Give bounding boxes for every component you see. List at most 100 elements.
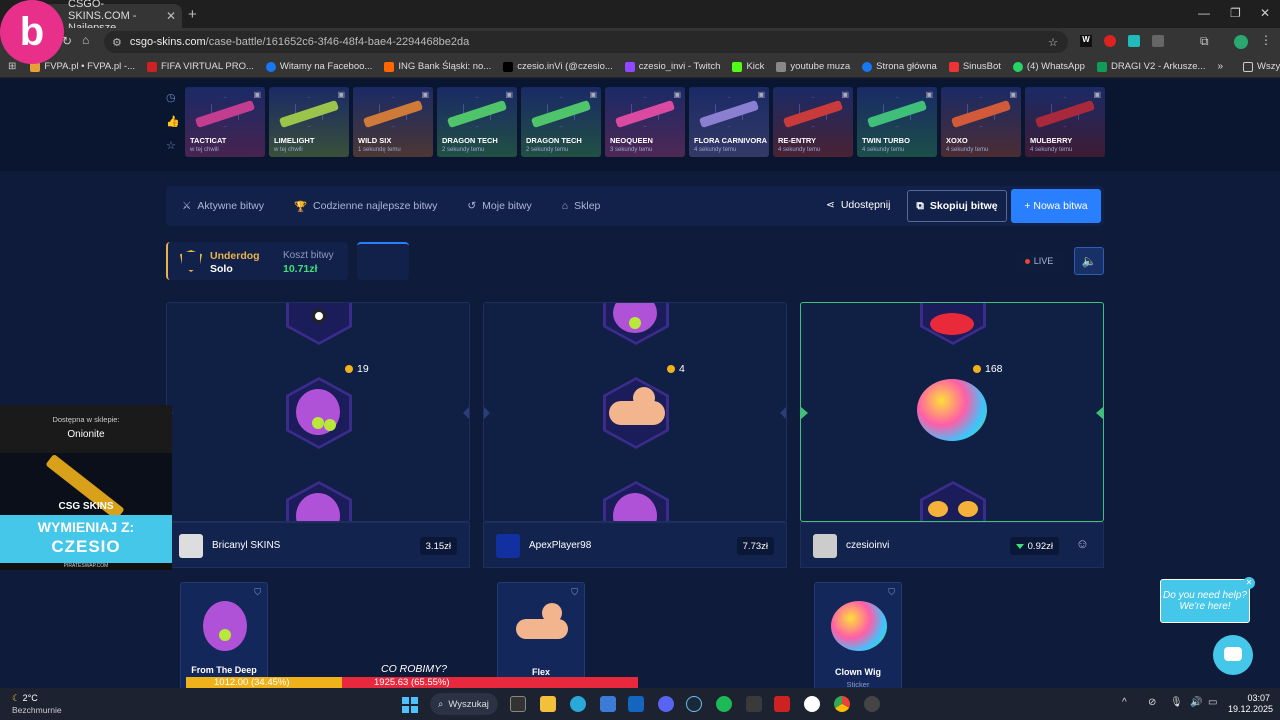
- taskbar-search[interactable]: ⌕ Wyszukaj: [430, 693, 498, 715]
- discord-icon[interactable]: [658, 696, 674, 712]
- thumbs-up-filter-icon[interactable]: 👍: [166, 115, 180, 128]
- more-bookmarks-icon[interactable]: »: [1217, 61, 1223, 72]
- history-icon: ↺: [467, 200, 477, 212]
- url-field[interactable]: ⚙ csgo-skins.com/case-battle/161652c6-3f…: [104, 31, 1068, 53]
- help-bubble[interactable]: Do you need help? We're here!: [1160, 579, 1250, 623]
- page-content: ◷ 👍 ☆ ▣ TACTICAT w tej chwili ▣ LIMELIGHT w t…: [0, 79, 1280, 688]
- url-host: csgo-skins.com: [129, 36, 206, 48]
- steam-icon[interactable]: [686, 696, 702, 712]
- item-image: [831, 601, 887, 651]
- drop-name: RE-ENTRY: [778, 136, 817, 145]
- won-item-card[interactable]: ⛉ From The Deep: [180, 582, 268, 688]
- nav-shop[interactable]: ⌂ Sklep: [562, 200, 601, 212]
- bookmark[interactable]: (4) WhatsApp: [1012, 61, 1085, 72]
- spotify-icon[interactable]: [716, 696, 732, 712]
- weather-widget[interactable]: ☾ 2°C Bezchmurnie: [12, 693, 62, 715]
- extension-icon[interactable]: W: [1080, 35, 1092, 47]
- extensions-puzzle-icon[interactable]: ⧉: [1200, 34, 1209, 49]
- edge-icon[interactable]: [570, 696, 586, 712]
- chrome-icon[interactable]: [834, 696, 850, 712]
- bookmark[interactable]: youtube muza: [776, 61, 850, 72]
- recent-drop-card[interactable]: ▣ NEOQUEEN 3 sekundy temu: [605, 87, 685, 157]
- promo-line1: Dostępna w sklepie:: [52, 415, 120, 424]
- task-view-icon[interactable]: [510, 696, 526, 712]
- new-battle-button[interactable]: + Nowa bitwa: [1011, 189, 1101, 223]
- avatar[interactable]: [179, 534, 203, 558]
- start-button[interactable]: [402, 697, 418, 713]
- player-name[interactable]: ApexPlayer98: [529, 540, 591, 551]
- obs-icon[interactable]: [804, 696, 820, 712]
- profile-avatar[interactable]: [1234, 35, 1248, 49]
- bookmark[interactable]: FVPA.pl • FVPA.pl -...: [30, 61, 135, 72]
- nav-my-battles[interactable]: ↺ Moje bitwy: [467, 200, 531, 212]
- recent-drop-card[interactable]: ▣ TWIN TURBO 4 sekundy temu: [857, 87, 937, 157]
- recent-drop-card[interactable]: ▣ WILD SIX 1 sekundę temu: [353, 87, 433, 157]
- recent-drop-card[interactable]: ▣ XOXO 4 sekundy temu: [941, 87, 1021, 157]
- clock[interactable]: 03:07 19.12.2025: [1228, 693, 1273, 715]
- share-button[interactable]: ⋖ Udostępnij: [826, 199, 890, 211]
- volume-icon[interactable]: 🔊: [1190, 697, 1202, 708]
- battery-icon[interactable]: ▭: [1208, 697, 1217, 708]
- all-bookmarks-folder[interactable]: Wszystkie zakładki: [1243, 61, 1280, 72]
- recent-drop-card[interactable]: ▣ LIMELIGHT w tej chwili: [269, 87, 349, 157]
- app-icon[interactable]: [746, 696, 762, 712]
- app-icon[interactable]: [774, 696, 790, 712]
- sound-toggle-button[interactable]: 🔈: [1074, 247, 1104, 275]
- bookmark[interactable]: ING Bank Śląski: no...: [384, 61, 491, 72]
- recent-drop-card[interactable]: ▣ DRAGON TECH 2 sekundy temu: [521, 87, 601, 157]
- bookmark[interactable]: SinusBot: [948, 61, 1001, 72]
- reel-item: [920, 303, 986, 345]
- won-item-card[interactable]: ⛉ Clown Wig Sticker: [814, 582, 902, 688]
- recent-drop-card[interactable]: ▣ DRAGON TECH 2 sekundy temu: [437, 87, 517, 157]
- maximize-button[interactable]: ❐: [1230, 6, 1241, 20]
- drop-time: 4 sekundy temu: [946, 147, 989, 153]
- bookmark[interactable]: FIFA VIRTUAL PRO...: [147, 61, 254, 72]
- store-icon[interactable]: [600, 696, 616, 712]
- clock-filter-icon[interactable]: ◷: [166, 91, 176, 104]
- extension-icon[interactable]: [1152, 35, 1164, 47]
- microphone-icon[interactable]: 🎙: [1170, 697, 1183, 708]
- chat-launcher-button[interactable]: [1213, 635, 1253, 675]
- extension-icon[interactable]: [1104, 35, 1116, 47]
- player-name[interactable]: Bricanyl SKINS: [212, 540, 280, 551]
- emoji-icon[interactable]: ☺: [1076, 536, 1089, 551]
- mail-icon[interactable]: [628, 696, 644, 712]
- network-icon[interactable]: ⊘: [1148, 697, 1156, 708]
- tray-chevron-icon[interactable]: ^: [1122, 697, 1127, 708]
- search-icon: ⌕: [438, 698, 444, 710]
- new-tab-button[interactable]: +: [188, 6, 197, 23]
- extension-icon[interactable]: [1128, 35, 1140, 47]
- home-icon[interactable]: ⌂: [82, 33, 89, 47]
- star-filter-icon[interactable]: ☆: [166, 139, 176, 152]
- bookmark[interactable]: czesio.inVi (@czesio...: [503, 61, 613, 72]
- minimize-button[interactable]: —: [1198, 6, 1210, 20]
- bookmark-star-icon[interactable]: ☆: [1048, 36, 1058, 49]
- avatar[interactable]: [813, 534, 837, 558]
- bookmark[interactable]: Strona główna: [862, 61, 937, 72]
- recent-drop-card[interactable]: ▣ TACTICAT w tej chwili: [185, 87, 265, 157]
- stream-promo-overlay: Dostępna w sklepie: Onionite CSG SKINS W…: [0, 405, 172, 570]
- avatar[interactable]: [496, 534, 520, 558]
- player-name[interactable]: czesioinvi: [846, 540, 889, 551]
- recent-drop-card[interactable]: ▣ RE-ENTRY 4 sekundy temu: [773, 87, 853, 157]
- bookmark[interactable]: DRAGI V2 - Arkusze...: [1096, 61, 1205, 72]
- close-window-button[interactable]: ✕: [1260, 6, 1270, 20]
- won-item-card[interactable]: ⛉ Flex: [497, 582, 585, 688]
- nav-active-battles[interactable]: ⚔ Aktywne bitwy: [182, 200, 264, 212]
- recent-drop-card[interactable]: ▣ FLORA CARNIVORA 4 sekundy temu: [689, 87, 769, 157]
- recent-drop-card[interactable]: ▣ MULBERRY 4 sekundy temu: [1025, 87, 1105, 157]
- bookmark[interactable]: Witamy na Faceboo...: [265, 61, 372, 72]
- file-explorer-icon[interactable]: [540, 696, 556, 712]
- nav-daily-best[interactable]: 🏆 Codzienne najlepsze bitwy: [294, 200, 437, 213]
- copy-battle-button[interactable]: ⧉ Skopiuj bitwę: [907, 190, 1007, 222]
- bookmark[interactable]: czesio_invi - Twitch: [624, 61, 720, 72]
- help-close-icon[interactable]: ✕: [1243, 577, 1255, 589]
- menu-icon[interactable]: ⋮: [1260, 33, 1272, 47]
- apps-grid-icon[interactable]: ⊞: [8, 61, 16, 72]
- vote-question: CO ROBIMY?: [381, 663, 447, 675]
- site-info-icon[interactable]: ⚙: [112, 36, 122, 49]
- drop-name: DRAGON TECH: [526, 136, 582, 145]
- bookmark[interactable]: Kick: [732, 61, 764, 72]
- app-icon[interactable]: [864, 696, 880, 712]
- tab-close-icon[interactable]: ✕: [166, 9, 176, 23]
